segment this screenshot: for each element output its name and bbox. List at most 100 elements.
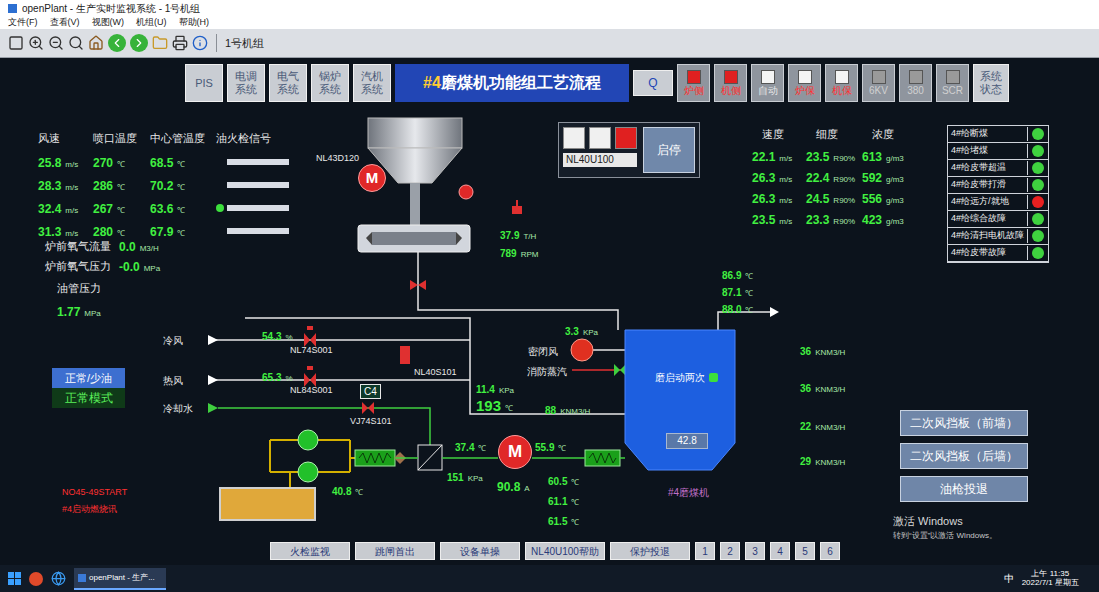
- nav-button[interactable]: 电调系统: [227, 64, 265, 102]
- flame-dot: [216, 227, 224, 235]
- menu-item[interactable]: 帮助(H): [179, 18, 210, 27]
- page-title: #4磨煤机功能组工艺流程: [395, 64, 629, 102]
- reading: 151KPa: [447, 467, 483, 484]
- feeder-status-list: 4#给断煤4#给堵煤4#给皮带超温4#给皮带打滑4#给远方/就地4#给综合故障4…: [947, 125, 1049, 263]
- printer-icon[interactable]: [172, 35, 188, 51]
- reading: 3.3KPa: [565, 321, 598, 338]
- browser-icon[interactable]: [29, 572, 43, 586]
- menu-item[interactable]: 视图(W): [92, 18, 125, 27]
- help-icon[interactable]: [192, 35, 208, 51]
- status-indicator: 炉侧: [677, 64, 710, 102]
- menu-item[interactable]: 文件(F): [8, 18, 38, 27]
- flame-signal: [216, 158, 296, 166]
- function-button[interactable]: 设备单操: [440, 542, 520, 560]
- start-icon[interactable]: [8, 572, 21, 585]
- folder-icon[interactable]: [152, 35, 168, 51]
- valve-tag: NL40S101: [414, 366, 457, 380]
- taskbar-app[interactable]: openPlant - 生产...: [74, 568, 166, 590]
- system-status-button[interactable]: 系统状态: [973, 64, 1009, 102]
- flame-signal: [216, 227, 296, 235]
- edge-icon[interactable]: [51, 571, 66, 586]
- status-dot: [1032, 230, 1044, 242]
- flame-bar: [227, 205, 289, 211]
- reading: 40.8℃: [332, 481, 363, 498]
- reading: 70.2℃: [150, 177, 216, 193]
- reading: 63.6℃: [150, 200, 216, 216]
- column-header: 速度: [752, 126, 806, 143]
- seal-air-label: 密闭风: [528, 344, 558, 359]
- function-button[interactable]: 跳闸首出: [355, 542, 435, 560]
- start-stop-button[interactable]: 启停: [643, 127, 695, 173]
- screen: openPlant - 生产实时监视系统 - 1号机组文件(F) 查看(V) 视图(…: [0, 0, 1099, 592]
- taskbar: openPlant - 生产... 中上午 11:352022/7/1 星期五: [0, 565, 1099, 592]
- column-header: 浓度: [862, 126, 924, 143]
- flame-signal: [216, 204, 296, 212]
- reading: 68.5℃: [150, 154, 216, 170]
- reading: 32.4m/s: [38, 200, 93, 216]
- reading: 25.8m/s: [38, 154, 93, 170]
- reading: 31.3m/s: [38, 223, 93, 239]
- reading: 88KNM3/H: [545, 400, 590, 417]
- nav-row: PIS电调系统电气系统锅炉系统汽机系统#4磨煤机功能组工艺流程Q炉侧机侧自动炉保…: [0, 58, 1099, 108]
- status-dot: [1032, 196, 1044, 208]
- status-indicator: 380: [899, 64, 932, 102]
- function-button[interactable]: 保护投退: [610, 542, 690, 560]
- state-lamp: [589, 127, 611, 149]
- reading: 61.5℃: [548, 512, 579, 528]
- forward-icon[interactable]: [130, 34, 148, 52]
- reading: 90.8A: [497, 477, 530, 494]
- column-header: 喷口温度: [93, 130, 150, 147]
- title-bar: openPlant - 生产实时监视系统 - 1号机组: [0, 0, 1099, 16]
- reading: 26.3m/s: [752, 190, 806, 206]
- status-row: 4#给清扫电机故障: [948, 228, 1048, 245]
- back-icon[interactable]: [108, 34, 126, 52]
- side-button[interactable]: 二次风挡板（前墙）: [900, 410, 1028, 436]
- reading: 22.4R90%: [806, 169, 862, 185]
- reading: 36KNM3/H: [800, 378, 845, 395]
- indicator-lamp: [835, 70, 849, 84]
- fit-icon[interactable]: [8, 35, 24, 51]
- reading: 193℃: [476, 397, 513, 414]
- nav-button[interactable]: 汽机系统: [353, 64, 391, 102]
- reading: 0.0M3/H: [119, 238, 159, 254]
- nav-button[interactable]: 锅炉系统: [311, 64, 349, 102]
- flame-bar: [227, 182, 289, 188]
- menu-item[interactable]: 机组(U): [136, 18, 167, 27]
- page-button[interactable]: 2: [720, 542, 740, 560]
- side-button[interactable]: 二次风挡板（后墙）: [900, 443, 1028, 469]
- flame-bar: [227, 228, 289, 234]
- status-indicator: 机保: [825, 64, 858, 102]
- menu-item[interactable]: 查看(V): [50, 18, 80, 27]
- page-button[interactable]: 1: [695, 542, 715, 560]
- zoom-in-icon[interactable]: [28, 35, 44, 51]
- side-button[interactable]: 油枪投退: [900, 476, 1028, 502]
- page-button[interactable]: 5: [795, 542, 815, 560]
- mode-label[interactable]: 正常/少油: [52, 368, 125, 388]
- activation-watermark: 激活 Windows转到“设置”以激活 Windows。: [893, 513, 997, 542]
- flame-dot: [216, 181, 224, 189]
- home-icon[interactable]: [88, 35, 104, 51]
- reading: 29KNM3/H: [800, 451, 845, 468]
- page-button[interactable]: 6: [820, 542, 840, 560]
- status-row: 4#给远方/就地: [948, 194, 1048, 211]
- indicator-lamp: [761, 70, 775, 84]
- indicator-lamp: [724, 70, 738, 84]
- nav-button[interactable]: PIS: [185, 64, 223, 102]
- menu-bar: 文件(F) 查看(V) 视图(W) 机组(U) 帮助(H): [0, 16, 1099, 29]
- ime-indicator[interactable]: 中: [1004, 571, 1014, 586]
- page-button[interactable]: 4: [770, 542, 790, 560]
- clock[interactable]: 上午 11:352022/7/1 星期五: [1022, 570, 1079, 588]
- damper-tag: NL74S001: [290, 344, 333, 358]
- function-button[interactable]: NL40U100帮助: [525, 542, 605, 560]
- reading: 55.9℃: [535, 437, 566, 454]
- page-button[interactable]: 3: [745, 542, 765, 560]
- oxygen-row: 炉前氧气流量0.0M3/H: [45, 238, 160, 255]
- zoom-icon[interactable]: [68, 35, 84, 51]
- zoom-out-icon[interactable]: [48, 35, 64, 51]
- search-button[interactable]: Q: [633, 70, 673, 96]
- reading: 86.9℃: [722, 266, 753, 282]
- status-dot: [1032, 162, 1044, 174]
- column-header: 油火检信号: [216, 130, 296, 147]
- function-button[interactable]: 火检监视: [270, 542, 350, 560]
- nav-button[interactable]: 电气系统: [269, 64, 307, 102]
